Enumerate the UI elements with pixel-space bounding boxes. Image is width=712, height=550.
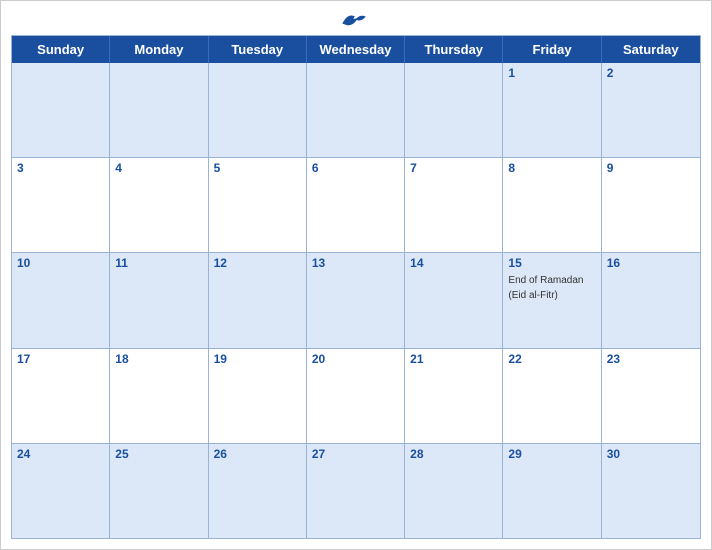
day-number: 24 — [17, 447, 104, 461]
day-number: 26 — [214, 447, 301, 461]
calendar-cell: 24 — [12, 444, 110, 538]
day-number: 12 — [214, 256, 301, 270]
day-number: 18 — [115, 352, 202, 366]
calendar-cell: 15 End of Ramadan (Eid al-Fitr) — [503, 253, 601, 347]
day-number: 17 — [17, 352, 104, 366]
day-number: 29 — [508, 447, 595, 461]
calendar-week-4: 17 18 19 20 21 22 23 — [12, 349, 700, 444]
calendar-cell — [209, 63, 307, 157]
calendar-cell — [12, 63, 110, 157]
day-number: 3 — [17, 161, 104, 175]
calendar-cell: 14 — [405, 253, 503, 347]
day-number: 7 — [410, 161, 497, 175]
calendar-cell — [405, 63, 503, 157]
calendar-week-2: 3456789 — [12, 158, 700, 253]
day-number: 6 — [312, 161, 399, 175]
calendar-cell: 4 — [110, 158, 208, 252]
calendar-cell: 13 — [307, 253, 405, 347]
calendar-cell: 8 — [503, 158, 601, 252]
calendar-cell: 6 — [307, 158, 405, 252]
calendar-cell: 1 — [503, 63, 601, 157]
calendar-cell: 19 — [209, 349, 307, 443]
weekday-header-tuesday: Tuesday — [209, 36, 307, 63]
weekday-header-saturday: Saturday — [602, 36, 700, 63]
day-number: 8 — [508, 161, 595, 175]
calendar-cell: 10 — [12, 253, 110, 347]
logo-bird-icon — [340, 11, 368, 29]
calendar-cell: 5 — [209, 158, 307, 252]
calendar-week-1: 12 — [12, 63, 700, 158]
calendar-cell: 2 — [602, 63, 700, 157]
calendar-cell: 27 — [307, 444, 405, 538]
day-number: 20 — [312, 352, 399, 366]
calendar-cell: 9 — [602, 158, 700, 252]
calendar-page: SundayMondayTuesdayWednesdayThursdayFrid… — [0, 0, 712, 550]
calendar-cell: 3 — [12, 158, 110, 252]
day-number: 19 — [214, 352, 301, 366]
calendar-cell: 20 — [307, 349, 405, 443]
calendar-event: End of Ramadan (Eid al-Fitr) — [508, 275, 583, 301]
calendar-cell: 7 — [405, 158, 503, 252]
calendar-body: 123456789101112131415End of Ramadan (Eid… — [12, 63, 700, 538]
day-number: 22 — [508, 352, 595, 366]
calendar-cell: 16 — [602, 253, 700, 347]
calendar-cell: 28 — [405, 444, 503, 538]
calendar-cell: 17 — [12, 349, 110, 443]
day-number: 28 — [410, 447, 497, 461]
weekday-header-sunday: Sunday — [12, 36, 110, 63]
calendar-cell: 26 — [209, 444, 307, 538]
calendar-week-3: 10 11 12 13 14 15 End of Ramadan (Eid al-Fitr)… — [12, 253, 700, 348]
calendar-cell — [110, 63, 208, 157]
calendar-cell: 22 — [503, 349, 601, 443]
calendar-header — [1, 1, 711, 35]
calendar-cell: 18 — [110, 349, 208, 443]
day-number: 30 — [607, 447, 695, 461]
day-number: 13 — [312, 256, 399, 270]
calendar-cell: 11 — [110, 253, 208, 347]
day-number: 10 — [17, 256, 104, 270]
calendar-cell: 25 — [110, 444, 208, 538]
calendar-cell: 29 — [503, 444, 601, 538]
weekday-header-wednesday: Wednesday — [307, 36, 405, 63]
calendar-cell: 12 — [209, 253, 307, 347]
calendar-cell — [307, 63, 405, 157]
logo — [340, 11, 372, 29]
day-number: 11 — [115, 256, 202, 270]
weekday-header-thursday: Thursday — [405, 36, 503, 63]
day-number: 23 — [607, 352, 695, 366]
weekday-header-monday: Monday — [110, 36, 208, 63]
day-number: 15 — [508, 256, 595, 270]
day-number: 9 — [607, 161, 695, 175]
day-number: 4 — [115, 161, 202, 175]
weekday-header-friday: Friday — [503, 36, 601, 63]
calendar-grid: SundayMondayTuesdayWednesdayThursdayFrid… — [11, 35, 701, 539]
day-number: 21 — [410, 352, 497, 366]
day-number: 25 — [115, 447, 202, 461]
day-number: 14 — [410, 256, 497, 270]
calendar-weekday-header: SundayMondayTuesdayWednesdayThursdayFrid… — [12, 36, 700, 63]
calendar-cell: 21 — [405, 349, 503, 443]
day-number: 1 — [508, 66, 595, 80]
day-number: 2 — [607, 66, 695, 80]
day-number: 5 — [214, 161, 301, 175]
calendar-cell: 30 — [602, 444, 700, 538]
calendar-week-5: 24 25 26 27 28 29 30 — [12, 444, 700, 538]
day-number: 16 — [607, 256, 695, 270]
day-number: 27 — [312, 447, 399, 461]
calendar-cell: 23 — [602, 349, 700, 443]
